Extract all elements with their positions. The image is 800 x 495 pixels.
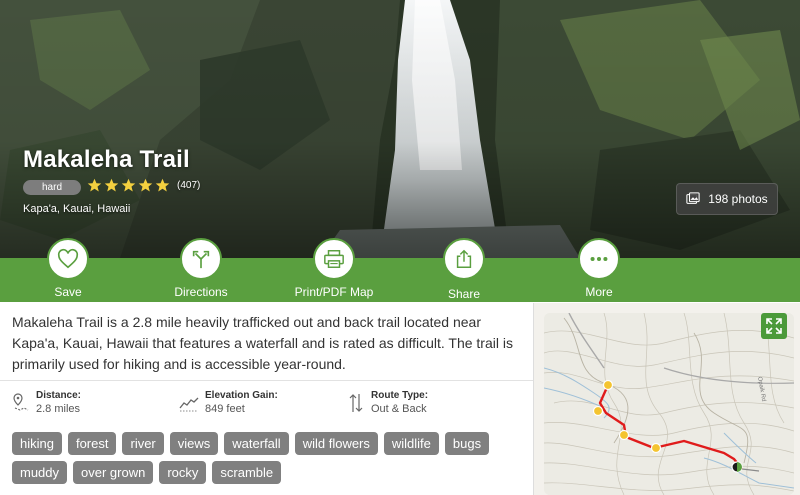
tag-wild-flowers[interactable]: wild flowers bbox=[294, 432, 378, 455]
topo-map: Opaik Rd bbox=[544, 313, 794, 495]
trail-title: Makaleha Trail bbox=[23, 146, 190, 173]
divider bbox=[0, 380, 533, 381]
star-icon bbox=[87, 178, 102, 192]
waypoint-marker[interactable] bbox=[592, 405, 604, 417]
tag-wildlife[interactable]: wildlife bbox=[383, 432, 439, 455]
photos-button[interactable]: 198 photos bbox=[676, 183, 778, 215]
tag-bugs[interactable]: bugs bbox=[444, 432, 490, 455]
map-pin-icon bbox=[13, 393, 29, 411]
route-type-value: Out & Back bbox=[371, 403, 427, 415]
star-icon bbox=[121, 178, 136, 192]
route-type-stat: Route Type: Out & Back bbox=[347, 390, 428, 415]
photos-label: 198 photos bbox=[708, 192, 768, 206]
tag-forest[interactable]: forest bbox=[67, 432, 117, 455]
rating-stars[interactable]: (407) bbox=[87, 178, 200, 193]
waypoint-marker[interactable] bbox=[650, 442, 662, 454]
heart-icon bbox=[57, 248, 79, 269]
save-button[interactable]: Save bbox=[8, 238, 128, 299]
distance-label: Distance: bbox=[36, 390, 82, 401]
tag-rocky[interactable]: rocky bbox=[159, 461, 207, 484]
tag-scramble[interactable]: scramble bbox=[212, 461, 282, 484]
tag-views[interactable]: views bbox=[169, 432, 219, 455]
distance-value: 2.8 miles bbox=[36, 403, 81, 415]
hero-banner: Makaleha Trail hard (407) Kapa'a, Kauai,… bbox=[0, 0, 800, 258]
printer-icon bbox=[324, 250, 344, 268]
waterfall-photo bbox=[0, 0, 800, 258]
share-icon bbox=[456, 249, 472, 268]
share-label: Share bbox=[447, 287, 481, 301]
photos-icon bbox=[686, 192, 700, 204]
more-icon bbox=[590, 256, 608, 262]
print-map-button[interactable]: Print/PDF Map bbox=[274, 238, 394, 299]
waypoint-marker[interactable] bbox=[618, 429, 630, 441]
difficulty-badge: hard bbox=[23, 180, 81, 195]
elevation-value: 849 feet bbox=[205, 403, 245, 415]
star-icon bbox=[138, 178, 153, 192]
route-type-label: Route Type: bbox=[371, 390, 429, 401]
tag-river[interactable]: river bbox=[122, 432, 164, 455]
star-icon bbox=[155, 178, 170, 192]
tag-hiking[interactable]: hiking bbox=[12, 432, 62, 455]
directions-button[interactable]: Directions bbox=[141, 238, 261, 299]
share-button[interactable]: Share bbox=[404, 238, 524, 301]
expand-map-button[interactable] bbox=[761, 313, 787, 339]
star-icon bbox=[104, 178, 119, 192]
distance-stat: Distance: 2.8 miles bbox=[12, 390, 81, 415]
waypoint-marker[interactable] bbox=[602, 379, 614, 391]
elevation-icon bbox=[179, 397, 199, 412]
trail-location: Kapa'a, Kauai, Hawaii bbox=[23, 203, 131, 215]
trail-description: Makaleha Trail is a 2.8 mile heavily tra… bbox=[12, 314, 513, 372]
expand-icon bbox=[766, 318, 782, 334]
tag-over-grown[interactable]: over grown bbox=[73, 461, 154, 484]
elevation-stat: Elevation Gain: 849 feet bbox=[179, 390, 278, 415]
review-count[interactable]: (407) bbox=[177, 180, 200, 191]
directions-label: Directions bbox=[174, 285, 228, 299]
directions-icon bbox=[192, 250, 210, 269]
print-map-label: Print/PDF Map bbox=[294, 285, 374, 299]
tag-waterfall[interactable]: waterfall bbox=[224, 432, 289, 455]
trail-map[interactable]: Opaik Rd bbox=[544, 313, 794, 495]
route-arrows-icon bbox=[349, 394, 363, 412]
more-label: More bbox=[585, 285, 613, 299]
tag-muddy[interactable]: muddy bbox=[12, 461, 68, 484]
tag-list: hiking forest river views waterfall wild… bbox=[12, 432, 532, 484]
more-button[interactable]: More bbox=[539, 238, 659, 299]
trail-map-panel: Opaik Rd bbox=[533, 303, 800, 495]
elevation-label: Elevation Gain: bbox=[205, 390, 278, 401]
save-label: Save bbox=[54, 285, 82, 299]
